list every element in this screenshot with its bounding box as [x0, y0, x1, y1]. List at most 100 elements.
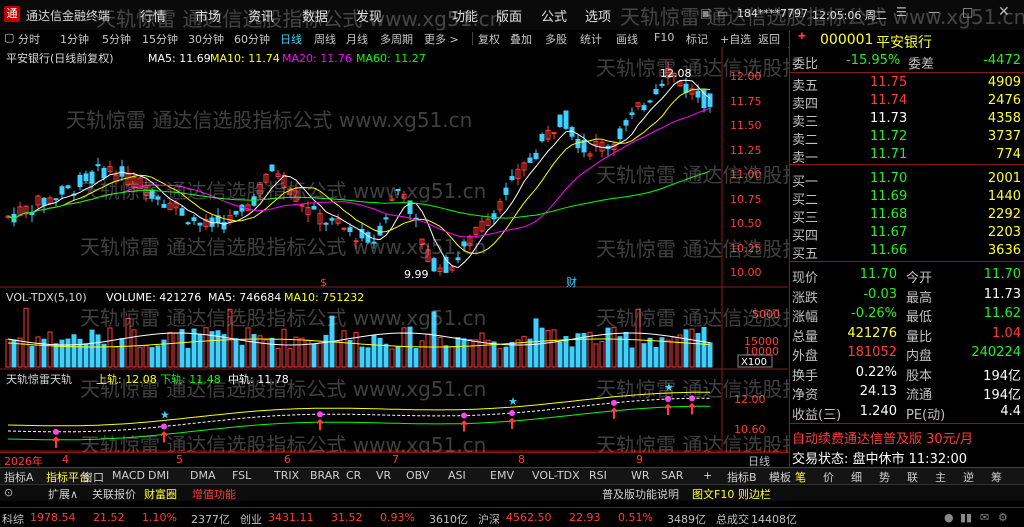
indicator-tab[interactable]: 模板 [769, 469, 791, 485]
status-alert-icon[interactable]: ● [944, 511, 954, 524]
event-marker-finance[interactable]: 财 [566, 275, 577, 289]
btn-biaoji[interactable]: 标记 [686, 31, 708, 47]
bids-row[interactable]: 买三 11.68 2292 [790, 207, 1024, 226]
camera-icon[interactable]: ▣ [700, 6, 711, 20]
event-marker-dividend[interactable]: $ [320, 276, 327, 289]
indicator-tab[interactable]: OBV [406, 469, 429, 482]
status-settings-icon[interactable]: ⚙ [998, 511, 1008, 524]
bids-row[interactable]: 买二 11.69 1440 [790, 189, 1024, 208]
indicator-tab[interactable]: CR [346, 469, 361, 482]
close-icon[interactable]: ✕ [998, 4, 1010, 20]
tab-fenshi[interactable]: 分时 [18, 31, 40, 47]
status-item: 22.93 [569, 511, 601, 524]
volume-bar [155, 345, 161, 368]
tab-monthly[interactable]: 月线 [346, 31, 368, 47]
tab-60min[interactable]: 60分钟 [234, 31, 270, 47]
ad-text[interactable]: 自动续费通达信普及版 30元/月 [792, 428, 973, 447]
btn-f10[interactable]: F10 [654, 31, 674, 44]
indicator-tab[interactable]: MACD [112, 469, 145, 482]
tab-related-quote[interactable]: 关联报价 [92, 486, 136, 502]
candle-body [659, 83, 665, 86]
toolbar-toggle-icon[interactable]: ▢ [4, 31, 14, 44]
tab-value-added[interactable]: 增值功能 [192, 486, 236, 502]
indicator-tab[interactable]: TRIX [274, 469, 299, 482]
btn-add-watchlist[interactable]: +自选 [720, 31, 751, 47]
chart-canvas[interactable]: ★ ★ ★ 平安银行(日线前复权) MA5: 11.69 MA10: 11.74 M… [0, 47, 788, 452]
menu-icon[interactable]: ☰ [896, 5, 907, 19]
asks-row[interactable]: 卖三 11.73 4358 [790, 111, 1024, 130]
tab-5min[interactable]: 5分钟 [102, 31, 131, 47]
asks-row[interactable]: 卖二 11.72 3737 [790, 129, 1024, 148]
indicator-tab[interactable]: FSL [232, 469, 251, 482]
panel-tab[interactable]: 价 [823, 469, 834, 485]
asks-row[interactable]: 卖五 11.75 4909 [790, 75, 1024, 94]
indicator-tab[interactable]: EMV [490, 469, 514, 482]
btn-tongji[interactable]: 统计 [580, 31, 602, 47]
tab-wealth-circle[interactable]: 财富圈 [144, 486, 177, 502]
tab-expand[interactable]: 扩展∧ [48, 486, 78, 502]
btn-fuquan[interactable]: 复权 [478, 31, 500, 47]
btn-f10-sidebar[interactable]: 图文F10 则边栏 [692, 486, 771, 502]
tab-30min[interactable]: 30分钟 [188, 31, 224, 47]
indicator-tab[interactable]: SAR [661, 469, 683, 482]
account-label[interactable]: 184****7797 [737, 7, 808, 20]
btn-edition-info[interactable]: 普及版功能说明 [602, 486, 679, 502]
asks-row[interactable]: 卖四 11.74 2476 [790, 93, 1024, 112]
menu-gongshi[interactable]: 公式 [541, 6, 567, 25]
tab-weekly[interactable]: 周线 [314, 31, 336, 47]
bids-row[interactable]: 买一 11.70 2001 [790, 171, 1024, 190]
bids-volume: 2292 [987, 207, 1021, 222]
minimize-icon[interactable]: — [928, 5, 940, 19]
menu-gongneng[interactable]: 功能 [452, 6, 478, 25]
panel-tab[interactable]: 细 [851, 469, 862, 485]
tab-daily[interactable]: 日线 [280, 31, 302, 47]
bids-row[interactable]: 买五 11.66 3636 [790, 243, 1024, 262]
indicator-tab[interactable]: 窗口 [82, 469, 104, 485]
indicator-tab[interactable]: BRAR [310, 469, 340, 482]
asks-row[interactable]: 卖一 11.71 774 [790, 147, 1024, 166]
bids-row[interactable]: 买四 11.67 2203 [790, 225, 1024, 244]
tab-multi-period[interactable]: 多周期 [380, 31, 413, 47]
maximize-icon[interactable]: □ [962, 5, 973, 19]
menu-shuju[interactable]: 数据 [302, 6, 328, 25]
candle-body [533, 152, 539, 160]
panel-tab[interactable]: 主 [935, 469, 946, 485]
status-chat-icon[interactable]: ✉ [980, 511, 989, 524]
axis-tick-label: 10.50 [730, 217, 762, 230]
menu-shichang[interactable]: 市场 [195, 6, 221, 25]
menu-banmian[interactable]: 版面 [496, 6, 522, 25]
indicator-tab[interactable]: DMA [190, 469, 216, 482]
indicator-tab[interactable]: + [703, 469, 712, 482]
menu-hangqing[interactable]: 行情 [140, 6, 166, 25]
btn-back[interactable]: 返回 [758, 31, 780, 47]
display-icon[interactable]: ▭ [717, 6, 728, 20]
menu-zixun[interactable]: 资讯 [248, 6, 274, 25]
indicator-tab[interactable]: VOL-TDX [532, 469, 580, 482]
menu-faxian[interactable]: 发现 [356, 6, 382, 25]
panel-tab[interactable]: 势 [879, 469, 890, 485]
kline-chart-area[interactable]: ★ ★ ★ 平安银行(日线前复权) MA5: 11.69 MA10: 11.74 M… [0, 5, 1024, 457]
volume-bar [311, 343, 317, 368]
status-signal-icon[interactable]: ▮▮ [960, 511, 972, 524]
indicator-tab[interactable]: ASI [448, 469, 466, 482]
indicator-tab[interactable]: 指标A [4, 469, 34, 485]
panel-tab[interactable]: 筹 [991, 469, 1002, 485]
menu-xuanxiang[interactable]: 选项 [585, 6, 611, 25]
btn-duogu[interactable]: 多股 [545, 31, 567, 47]
ad-banner[interactable]: 自动续费通达信普及版 30元/月 [790, 428, 1024, 447]
indicator-tab[interactable]: VR [376, 469, 391, 482]
panel-tab[interactable]: 联 [907, 469, 918, 485]
indicator-tab[interactable]: 指标B [727, 469, 757, 485]
tab-15min[interactable]: 15分钟 [142, 31, 178, 47]
panel-tab[interactable]: 笔 [795, 469, 806, 485]
tab-expand-toggle-icon[interactable]: ⊙ [4, 486, 13, 499]
panel-tab[interactable]: 逆 [963, 469, 974, 485]
tab-more[interactable]: 更多 > [424, 31, 459, 47]
indicator-tab[interactable]: RSI [589, 469, 607, 482]
indicator-tab[interactable]: WR [631, 469, 650, 482]
btn-huaxian[interactable]: 画线 [616, 31, 638, 47]
indicator-tab[interactable]: DMI [148, 469, 169, 482]
tab-1min[interactable]: 1分钟 [60, 31, 89, 47]
weicha-label: 委差 [908, 57, 935, 72]
btn-diejia[interactable]: 叠加 [510, 31, 532, 47]
